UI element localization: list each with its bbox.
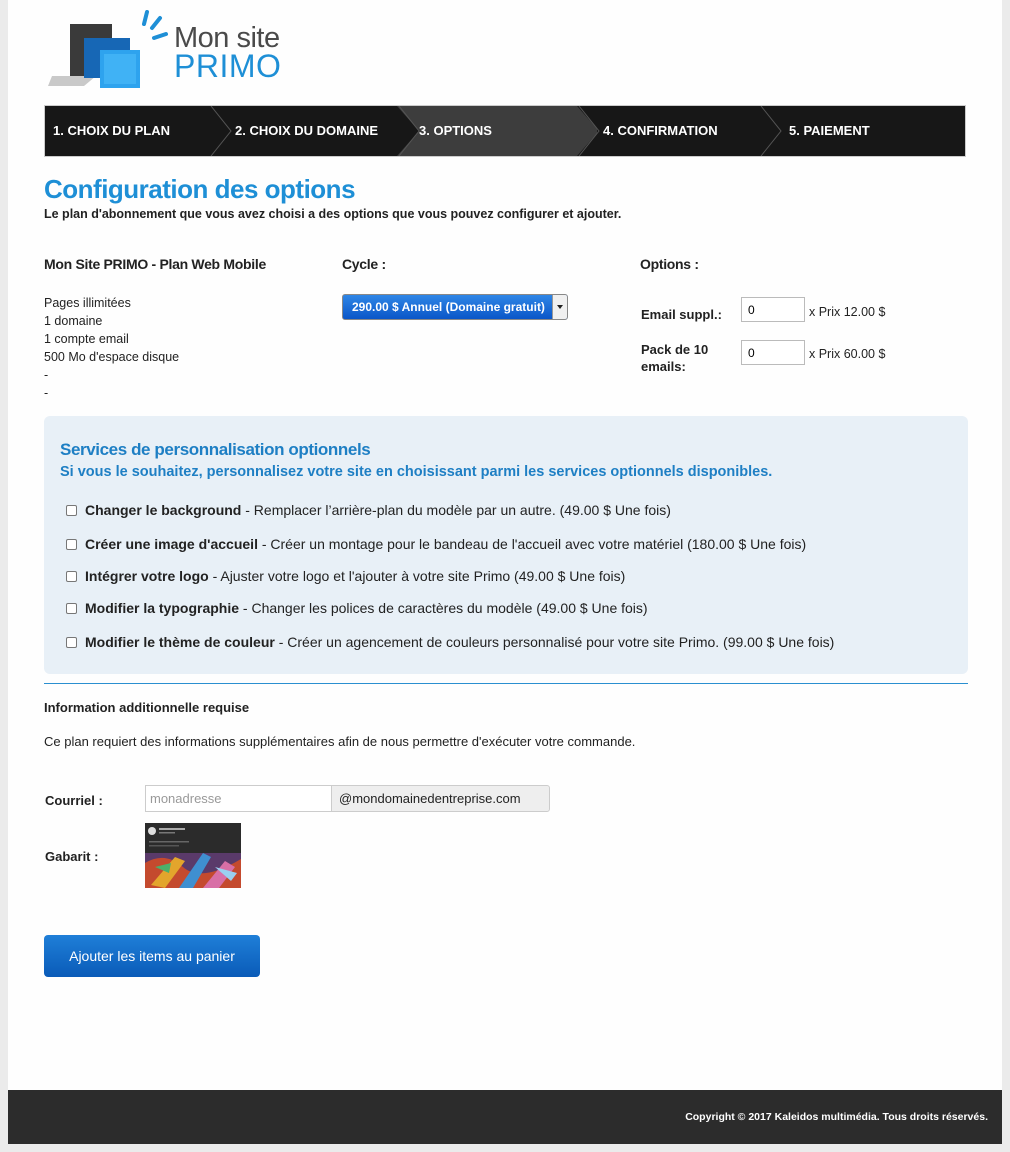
services-subtitle: Si vous le souhaitez, personnalisez votr… (60, 464, 773, 480)
plan-feature: 1 domaine (44, 314, 103, 328)
email-pack-label: Pack de 10 emails: (641, 342, 709, 374)
billing-cycle-value: 290.00 $ Annuel (Domaine gratuit) (352, 300, 545, 314)
service-checkbox[interactable] (66, 504, 77, 516)
email-label: Courriel : (45, 793, 103, 808)
step-separator-icon (760, 106, 782, 156)
service-option-logo[interactable]: Intégrer votre logo - Ajuster votre logo… (66, 566, 625, 586)
template-thumbnail[interactable] (145, 823, 241, 888)
email-pack-quantity-input[interactable] (741, 340, 805, 365)
service-description: - Changer les polices de caractères du m… (239, 600, 648, 616)
additional-info-text: Ce plan requiert des informations supplé… (44, 734, 636, 749)
template-preview-image (145, 823, 241, 888)
step-separator-icon (210, 106, 232, 156)
add-to-cart-button[interactable]: Ajouter les items au panier (44, 935, 260, 977)
service-name: Changer le background (85, 502, 242, 518)
email-domain-suffix: @mondomainedentreprise.com (331, 785, 550, 812)
step-payment[interactable]: 5. PAIEMENT (789, 106, 870, 156)
service-option-home-image[interactable]: Créer une image d'accueil - Créer un mon… (66, 534, 806, 554)
step-choose-plan[interactable]: 1. CHOIX DU PLAN (53, 106, 170, 156)
service-name: Intégrer votre logo (85, 568, 209, 584)
service-name: Modifier le thème de couleur (85, 634, 275, 650)
logo-mark-icon (48, 10, 168, 88)
service-checkbox[interactable] (66, 570, 77, 582)
step-separator-icon (577, 106, 601, 156)
service-checkbox[interactable] (66, 636, 77, 648)
billing-cycle-select[interactable]: 290.00 $ Annuel (Domaine gratuit) (342, 294, 568, 320)
extra-email-price: x Prix 12.00 $ (809, 305, 886, 319)
page-container: Mon site PRIMO 1. CHOIX DU PLAN 2. CHOIX… (8, 0, 1002, 1090)
template-label: Gabarit : (45, 849, 99, 864)
plan-feature: 500 Mo d'espace disque (44, 350, 180, 364)
cycle-label: Cycle : (342, 256, 386, 272)
plan-features-list: Pages illimitées 1 domaine 1 compte emai… (44, 294, 179, 402)
service-description: - Remplacer l’arrière-plan du modèle par… (241, 502, 671, 518)
service-name: Créer une image d'accueil (85, 536, 258, 552)
service-description: - Créer un agencement de couleurs person… (274, 634, 835, 650)
service-name: Modifier la typographie (85, 600, 240, 616)
footer-copyright: Copyright © 2017 Kaleidos multimédia. To… (685, 1111, 988, 1123)
logo-text-line2: PRIMO (174, 48, 282, 84)
extra-email-quantity-input[interactable] (741, 297, 805, 322)
plan-feature: 1 compte email (44, 332, 129, 346)
email-field[interactable] (145, 785, 331, 812)
site-logo[interactable]: Mon site PRIMO (44, 10, 304, 90)
checkout-steps-bar: 1. CHOIX DU PLAN 2. CHOIX DU DOMAINE 3. … (44, 105, 966, 157)
extra-email-label: Email suppl.: (641, 307, 722, 322)
section-divider (44, 683, 968, 684)
service-option-typography[interactable]: Modifier la typographie - Changer les po… (66, 598, 648, 618)
step-options[interactable]: 3. OPTIONS (419, 106, 492, 156)
email-pack-price: x Prix 60.00 $ (809, 347, 886, 361)
service-description: - Ajuster votre logo et l'ajouter à votr… (208, 568, 626, 584)
service-option-color-theme[interactable]: Modifier le thème de couleur - Créer un … (66, 632, 834, 652)
step-confirmation[interactable]: 4. CONFIRMATION (603, 106, 718, 156)
service-checkbox[interactable] (66, 538, 77, 550)
plan-name: Mon Site PRIMO - Plan Web Mobile (44, 256, 266, 272)
additional-info-title: Information additionnelle requise (44, 700, 250, 715)
plan-feature: Pages illimitées (44, 296, 131, 310)
service-description: - Créer un montage pour le bandeau de l'… (257, 536, 807, 552)
plan-feature: - (44, 368, 49, 382)
services-title: Services de personnalisation optionnels (60, 440, 371, 459)
plan-feature: - (44, 386, 49, 400)
optional-services-panel: Services de personnalisation optionnels … (44, 416, 968, 674)
options-label: Options : (640, 256, 699, 272)
page-footer: Copyright © 2017 Kaleidos multimédia. To… (8, 1090, 1002, 1144)
service-checkbox[interactable] (66, 602, 77, 614)
service-option-background[interactable]: Changer le background - Remplacer l’arri… (66, 500, 671, 520)
chevron-down-icon (552, 295, 567, 319)
step-separator-icon (397, 106, 420, 156)
step-choose-domain[interactable]: 2. CHOIX DU DOMAINE (235, 106, 378, 156)
page-title: Configuration des options (44, 174, 356, 204)
page-subtitle: Le plan d'abonnement que vous avez chois… (44, 207, 622, 221)
